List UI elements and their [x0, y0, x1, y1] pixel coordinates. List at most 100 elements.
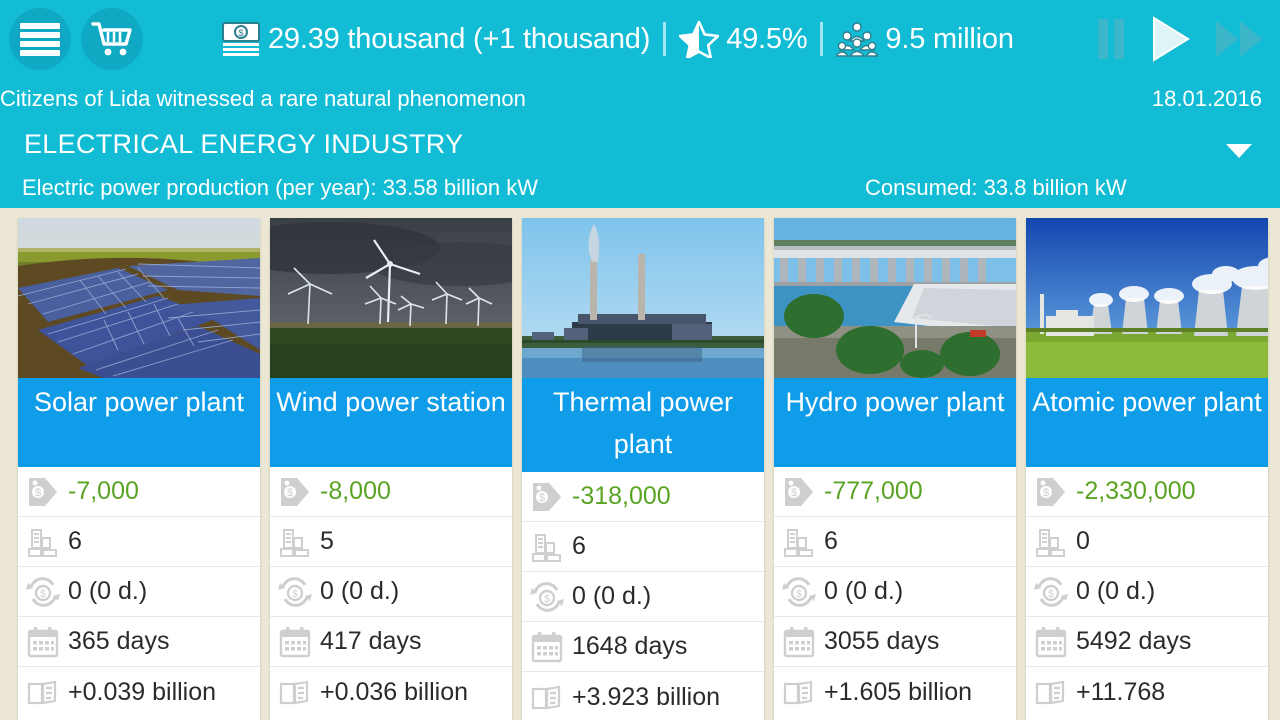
pause-button[interactable] [1094, 17, 1128, 61]
energy-output-value: +1.605 billion [824, 678, 972, 707]
factory-icon [24, 523, 62, 561]
stat-row: 0 [1026, 517, 1268, 567]
factory-icon [528, 528, 566, 566]
cost-value: -777,000 [824, 477, 923, 506]
svg-text:$: $ [238, 28, 243, 38]
news-text: Citizens of Lida witnessed a rare natura… [0, 86, 526, 112]
calendar-icon [1032, 623, 1070, 661]
building-name: Thermal power plant [522, 378, 764, 472]
building-photo [774, 218, 1016, 378]
energy-output-value: +3.923 billion [572, 683, 720, 712]
shop-button[interactable] [81, 8, 143, 70]
population-value: 9.5 million [885, 23, 1013, 56]
building-card[interactable]: Atomic power plant $ -2,330,000 0 $ 0 (0… [1026, 218, 1268, 720]
workers-value: 6 [68, 527, 82, 556]
stat-row: +0.036 billion [270, 667, 512, 717]
building-card[interactable]: Hydro power plant $ -777,000 6 $ 0 (0 d.… [774, 218, 1016, 720]
stat-row: 6 [522, 522, 764, 572]
stat-row: $ -318,000 [522, 472, 764, 522]
svg-text:$: $ [539, 492, 545, 504]
price-tag-icon: $ [780, 473, 818, 511]
money-recycle-icon: $ [528, 578, 566, 616]
menu-button[interactable] [9, 8, 71, 70]
building-stats: $ -8,000 5 $ 0 (0 d.) 417 days +0.036 bi… [270, 467, 512, 717]
cost-value: -318,000 [572, 482, 671, 511]
star-half-icon [679, 20, 719, 58]
energy-output-value: +11.768 [1076, 678, 1165, 707]
money-recycle-icon: $ [276, 573, 314, 611]
stat-row: $ -7,000 [18, 467, 260, 517]
building-name: Wind power station [270, 378, 512, 467]
rating-value: 49.5% [726, 23, 807, 56]
stat-row: 3055 days [774, 617, 1016, 667]
stat-row: 5492 days [1026, 617, 1268, 667]
stat-row: $ 0 (0 d.) [270, 567, 512, 617]
stat-row: 417 days [270, 617, 512, 667]
svg-text:$: $ [1043, 487, 1049, 499]
energy-summary-bar: Electric power production (per year): 33… [0, 168, 1280, 208]
stat-row: $ 0 (0 d.) [522, 572, 764, 622]
stat-row: +3.923 billion [522, 672, 764, 720]
budget-value: 29.39 thousand (+1 thousand) [268, 23, 650, 56]
hamburger-menu-icon [20, 20, 60, 59]
calendar-icon [528, 628, 566, 666]
money-recycle-icon: $ [24, 573, 62, 611]
chevron-down-icon[interactable] [1226, 144, 1252, 158]
document-icon [528, 678, 566, 716]
cost-value: -7,000 [68, 477, 139, 506]
cost-value: -2,330,000 [1076, 477, 1196, 506]
document-icon [1032, 673, 1070, 711]
document-icon [276, 673, 314, 711]
factory-icon [276, 523, 314, 561]
profit-value: 0 (0 d.) [1076, 577, 1155, 606]
stat-row: $ 0 (0 d.) [18, 567, 260, 617]
shopping-cart-icon [91, 20, 133, 58]
building-name: Atomic power plant [1026, 378, 1268, 467]
building-photo [270, 218, 512, 378]
svg-text:$: $ [544, 594, 550, 605]
stat-row: $ 0 (0 d.) [1026, 567, 1268, 617]
stat-row: 365 days [18, 617, 260, 667]
speed-controls [1094, 0, 1266, 78]
svg-text:$: $ [287, 487, 293, 499]
svg-text:$: $ [292, 589, 298, 600]
calendar-icon [780, 623, 818, 661]
price-tag-icon: $ [1032, 473, 1070, 511]
building-card[interactable]: Thermal power plant $ -318,000 6 $ 0 (0 … [522, 218, 764, 720]
play-button[interactable] [1150, 16, 1192, 62]
stat-row: +11.768 [1026, 667, 1268, 717]
building-photo [18, 218, 260, 378]
stat-row: +0.039 billion [18, 667, 260, 717]
workers-value: 0 [1076, 527, 1090, 556]
profit-value: 0 (0 d.) [572, 582, 651, 611]
price-tag-icon: $ [24, 473, 62, 511]
building-stats: $ -777,000 6 $ 0 (0 d.) 3055 days +1.605… [774, 467, 1016, 717]
stat-row: $ -777,000 [774, 467, 1016, 517]
price-tag-icon: $ [528, 478, 566, 516]
energy-output-value: +0.036 billion [320, 678, 468, 707]
resource-stats: $ 29.39 thousand (+1 thousand) 49.5% [221, 20, 1014, 58]
top-status-bar: $ 29.39 thousand (+1 thousand) 49.5% [0, 0, 1280, 78]
stat-row: $ -8,000 [270, 467, 512, 517]
building-card[interactable]: Wind power station $ -8,000 5 $ 0 (0 d.)… [270, 218, 512, 720]
profit-value: 0 (0 d.) [320, 577, 399, 606]
factory-icon [780, 523, 818, 561]
energy-output-value: +0.039 billion [68, 678, 216, 707]
stat-row: $ -2,330,000 [1026, 467, 1268, 517]
rating-stat: 49.5% [679, 20, 807, 58]
construction-duration-value: 1648 days [572, 632, 687, 661]
stat-row: +1.605 billion [774, 667, 1016, 717]
calendar-icon [276, 623, 314, 661]
budget-stat: $ 29.39 thousand (+1 thousand) [221, 21, 650, 57]
factory-icon [1032, 523, 1070, 561]
profit-value: 0 (0 d.) [68, 577, 147, 606]
svg-text:$: $ [40, 589, 46, 600]
svg-text:$: $ [1048, 589, 1054, 600]
construction-duration-value: 417 days [320, 627, 421, 656]
svg-text:$: $ [35, 487, 41, 499]
building-card[interactable]: Solar power plant $ -7,000 6 $ 0 (0 d.) … [18, 218, 260, 720]
section-header[interactable]: ELECTRICAL ENERGY INDUSTRY [0, 120, 1280, 168]
building-name: Hydro power plant [774, 378, 1016, 467]
fast-forward-button[interactable] [1214, 18, 1266, 60]
building-photo [522, 218, 764, 378]
